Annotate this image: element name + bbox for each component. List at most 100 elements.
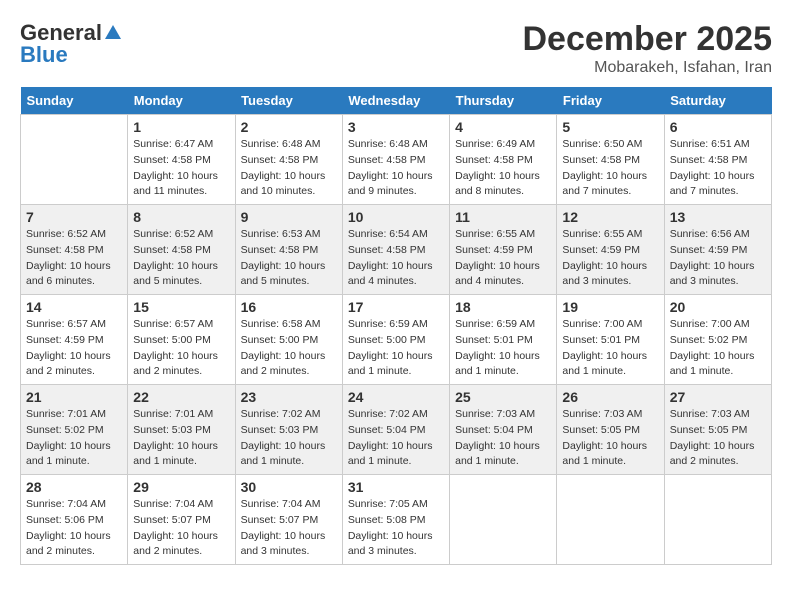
calendar-week-3: 14 Sunrise: 6:57 AM Sunset: 4:59 PM Dayli… bbox=[21, 295, 772, 385]
calendar-week-4: 21 Sunrise: 7:01 AM Sunset: 5:02 PM Dayli… bbox=[21, 385, 772, 475]
day-number: 15 bbox=[133, 299, 229, 315]
day-info: Sunrise: 6:49 AM Sunset: 4:58 PM Dayligh… bbox=[455, 137, 551, 200]
day-info: Sunrise: 6:59 AM Sunset: 5:01 PM Dayligh… bbox=[455, 317, 551, 380]
day-number: 28 bbox=[26, 479, 122, 495]
day-number: 19 bbox=[562, 299, 658, 315]
title-block: December 2025 Mobarakeh, Isfahan, Iran bbox=[522, 20, 772, 77]
day-info: Sunrise: 6:48 AM Sunset: 4:58 PM Dayligh… bbox=[348, 137, 444, 200]
header-tuesday: Tuesday bbox=[235, 87, 342, 115]
page-header: General Blue December 2025 Mobarakeh, Is… bbox=[20, 20, 772, 77]
day-number: 12 bbox=[562, 209, 658, 225]
table-row: 15Sunrise: 6:57 AM Sunset: 5:00 PM Dayli… bbox=[128, 295, 235, 385]
day-info: Sunrise: 7:04 AM Sunset: 5:07 PM Dayligh… bbox=[241, 497, 337, 560]
table-row bbox=[557, 475, 664, 565]
day-info: Sunrise: 6:57 AM Sunset: 4:59 PM Dayligh… bbox=[26, 317, 122, 380]
header-monday: Monday bbox=[128, 87, 235, 115]
table-row: 17 Sunrise: 6:59 AM Sunset: 5:00 PM Dayli… bbox=[342, 295, 449, 385]
header-thursday: Thursday bbox=[450, 87, 557, 115]
day-number: 7 bbox=[26, 209, 122, 225]
table-row: 11Sunrise: 6:55 AM Sunset: 4:59 PM Dayli… bbox=[450, 205, 557, 295]
logo-blue: Blue bbox=[20, 42, 68, 68]
calendar-header-row: Sunday Monday Tuesday Wednesday Thursday… bbox=[21, 87, 772, 115]
day-info: Sunrise: 7:03 AM Sunset: 5:05 PM Dayligh… bbox=[562, 407, 658, 470]
header-sunday: Sunday bbox=[21, 87, 128, 115]
calendar-table: Sunday Monday Tuesday Wednesday Thursday… bbox=[20, 87, 772, 565]
table-row: 19 Sunrise: 7:00 AM Sunset: 5:01 PM Dayli… bbox=[557, 295, 664, 385]
day-number: 4 bbox=[455, 119, 551, 135]
day-number: 26 bbox=[562, 389, 658, 405]
table-row: 26 Sunrise: 7:03 AM Sunset: 5:05 PM Dayli… bbox=[557, 385, 664, 475]
day-info: Sunrise: 6:47 AM Sunset: 4:58 PM Dayligh… bbox=[133, 137, 229, 200]
day-info: Sunrise: 7:04 AM Sunset: 5:07 PM Dayligh… bbox=[133, 497, 229, 560]
day-info: Sunrise: 6:59 AM Sunset: 5:00 PM Dayligh… bbox=[348, 317, 444, 380]
table-row: 23 Sunrise: 7:02 AM Sunset: 5:03 PM Dayli… bbox=[235, 385, 342, 475]
day-info: Sunrise: 6:51 AM Sunset: 4:58 PM Dayligh… bbox=[670, 137, 766, 200]
day-number: 1 bbox=[133, 119, 229, 135]
table-row: 10 Sunrise: 6:54 AM Sunset: 4:58 PM Dayli… bbox=[342, 205, 449, 295]
table-row: 20 Sunrise: 7:00 AM Sunset: 5:02 PM Dayli… bbox=[664, 295, 771, 385]
table-row: 16Sunrise: 6:58 AM Sunset: 5:00 PM Dayli… bbox=[235, 295, 342, 385]
day-number: 30 bbox=[241, 479, 337, 495]
day-number: 6 bbox=[670, 119, 766, 135]
day-number: 24 bbox=[348, 389, 444, 405]
table-row: 25Sunrise: 7:03 AM Sunset: 5:04 PM Dayli… bbox=[450, 385, 557, 475]
day-number: 10 bbox=[348, 209, 444, 225]
day-info: Sunrise: 7:01 AM Sunset: 5:03 PM Dayligh… bbox=[133, 407, 229, 470]
header-wednesday: Wednesday bbox=[342, 87, 449, 115]
day-number: 9 bbox=[241, 209, 337, 225]
day-number: 13 bbox=[670, 209, 766, 225]
day-info: Sunrise: 6:54 AM Sunset: 4:58 PM Dayligh… bbox=[348, 227, 444, 290]
day-info: Sunrise: 6:56 AM Sunset: 4:59 PM Dayligh… bbox=[670, 227, 766, 290]
logo-icon bbox=[103, 23, 123, 43]
calendar-week-5: 28 Sunrise: 7:04 AM Sunset: 5:06 PM Dayli… bbox=[21, 475, 772, 565]
day-info: Sunrise: 7:00 AM Sunset: 5:02 PM Dayligh… bbox=[670, 317, 766, 380]
day-info: Sunrise: 7:01 AM Sunset: 5:02 PM Dayligh… bbox=[26, 407, 122, 470]
table-row: 24 Sunrise: 7:02 AM Sunset: 5:04 PM Dayli… bbox=[342, 385, 449, 475]
calendar-week-2: 7 Sunrise: 6:52 AM Sunset: 4:58 PM Daylig… bbox=[21, 205, 772, 295]
calendar-week-1: 1 Sunrise: 6:47 AM Sunset: 4:58 PM Daylig… bbox=[21, 115, 772, 205]
day-info: Sunrise: 7:04 AM Sunset: 5:06 PM Dayligh… bbox=[26, 497, 122, 560]
day-info: Sunrise: 6:53 AM Sunset: 4:58 PM Dayligh… bbox=[241, 227, 337, 290]
day-info: Sunrise: 6:52 AM Sunset: 4:58 PM Dayligh… bbox=[26, 227, 122, 290]
table-row: 5 Sunrise: 6:50 AM Sunset: 4:58 PM Daylig… bbox=[557, 115, 664, 205]
table-row: 3Sunrise: 6:48 AM Sunset: 4:58 PM Daylig… bbox=[342, 115, 449, 205]
table-row: 28 Sunrise: 7:04 AM Sunset: 5:06 PM Dayli… bbox=[21, 475, 128, 565]
table-row: 21 Sunrise: 7:01 AM Sunset: 5:02 PM Dayli… bbox=[21, 385, 128, 475]
day-number: 23 bbox=[241, 389, 337, 405]
header-friday: Friday bbox=[557, 87, 664, 115]
table-row: 27Sunrise: 7:03 AM Sunset: 5:05 PM Dayli… bbox=[664, 385, 771, 475]
day-info: Sunrise: 6:58 AM Sunset: 5:00 PM Dayligh… bbox=[241, 317, 337, 380]
day-number: 14 bbox=[26, 299, 122, 315]
table-row: 4 Sunrise: 6:49 AM Sunset: 4:58 PM Daylig… bbox=[450, 115, 557, 205]
day-info: Sunrise: 7:00 AM Sunset: 5:01 PM Dayligh… bbox=[562, 317, 658, 380]
table-row: 31 Sunrise: 7:05 AM Sunset: 5:08 PM Dayli… bbox=[342, 475, 449, 565]
day-number: 31 bbox=[348, 479, 444, 495]
table-row: 9 Sunrise: 6:53 AM Sunset: 4:58 PM Daylig… bbox=[235, 205, 342, 295]
table-row: 1 Sunrise: 6:47 AM Sunset: 4:58 PM Daylig… bbox=[128, 115, 235, 205]
day-info: Sunrise: 7:03 AM Sunset: 5:05 PM Dayligh… bbox=[670, 407, 766, 470]
day-number: 22 bbox=[133, 389, 229, 405]
table-row: 6 Sunrise: 6:51 AM Sunset: 4:58 PM Daylig… bbox=[664, 115, 771, 205]
day-info: Sunrise: 7:02 AM Sunset: 5:03 PM Dayligh… bbox=[241, 407, 337, 470]
day-info: Sunrise: 7:02 AM Sunset: 5:04 PM Dayligh… bbox=[348, 407, 444, 470]
table-row: 2Sunrise: 6:48 AM Sunset: 4:58 PM Daylig… bbox=[235, 115, 342, 205]
table-row: 8Sunrise: 6:52 AM Sunset: 4:58 PM Daylig… bbox=[128, 205, 235, 295]
table-row: 13 Sunrise: 6:56 AM Sunset: 4:59 PM Dayli… bbox=[664, 205, 771, 295]
table-row: 12 Sunrise: 6:55 AM Sunset: 4:59 PM Dayli… bbox=[557, 205, 664, 295]
table-row bbox=[450, 475, 557, 565]
day-number: 5 bbox=[562, 119, 658, 135]
day-info: Sunrise: 6:55 AM Sunset: 4:59 PM Dayligh… bbox=[562, 227, 658, 290]
table-row: 14 Sunrise: 6:57 AM Sunset: 4:59 PM Dayli… bbox=[21, 295, 128, 385]
day-number: 2 bbox=[241, 119, 337, 135]
day-number: 21 bbox=[26, 389, 122, 405]
day-number: 11 bbox=[455, 209, 551, 225]
day-info: Sunrise: 7:03 AM Sunset: 5:04 PM Dayligh… bbox=[455, 407, 551, 470]
logo: General Blue bbox=[20, 20, 124, 68]
day-number: 29 bbox=[133, 479, 229, 495]
day-info: Sunrise: 6:50 AM Sunset: 4:58 PM Dayligh… bbox=[562, 137, 658, 200]
day-number: 17 bbox=[348, 299, 444, 315]
day-info: Sunrise: 7:05 AM Sunset: 5:08 PM Dayligh… bbox=[348, 497, 444, 560]
day-number: 20 bbox=[670, 299, 766, 315]
table-row bbox=[664, 475, 771, 565]
table-row: 29 Sunrise: 7:04 AM Sunset: 5:07 PM Dayli… bbox=[128, 475, 235, 565]
